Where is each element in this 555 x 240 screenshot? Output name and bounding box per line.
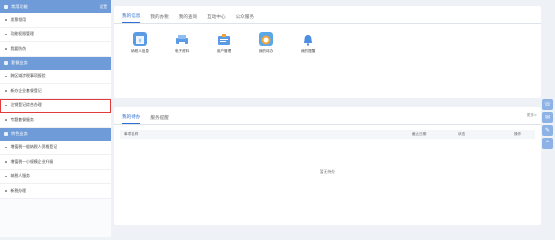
chat-icon[interactable]: ✉ [542,112,553,123]
phone-icon[interactable]: ☏ [542,99,553,110]
taxpayer-info-icon: ¥ [133,32,147,46]
reminder-icon [301,32,315,46]
section-title: 特色业务 [11,131,28,136]
my-info-panel: 我的信息 我的办税 我的查询 互动中心 公众服务 ¥ 纳税人信息 电子资料 用户… [114,6,541,98]
grid-icon [4,4,8,9]
shortcut-electronic-data[interactable]: 电子资料 [166,32,198,54]
bullet-icon [5,161,7,163]
section-header-package[interactable]: 套餐业务 [0,56,111,70]
top-tab-bar: 我的信息 我的办税 我的查询 互动中心 公众服务 [114,6,541,24]
bullet-icon [5,33,7,35]
feedback-icon[interactable]: ✎ [542,125,553,136]
column-header-action: 操作 [514,132,522,136]
sidebar-item-small-scale[interactable]: 增值税一小规模企业升级 [0,155,111,170]
sidebar-item-anti-fake[interactable]: 我要防伪 [0,42,111,57]
section-header-special[interactable]: 特色业务 [0,127,111,141]
tab-service-reminder[interactable]: 服务提醒 [150,115,168,124]
shortcut-user-management[interactable]: 用户管理 [208,32,240,54]
tab-interaction[interactable]: 互动中心 [207,14,225,23]
tab-my-todo[interactable]: 我的待办 [122,114,141,124]
column-header-status: 状态 [458,132,466,136]
bullet-icon [5,190,7,192]
sidebar-item-permission[interactable]: 功能权限管理 [0,27,111,42]
bullet-icon [5,48,7,50]
grid-icon [4,132,8,136]
sidebar-item-cross-region[interactable]: 跨区域涉税事项报验 [0,69,111,84]
bullet-icon [5,119,7,121]
electronic-data-icon [175,32,189,46]
svg-text:¥: ¥ [138,39,141,45]
shortcut-taxpayer-info[interactable]: ¥ 纳税人信息 [124,32,156,54]
back-to-top-icon[interactable]: ⌃ [542,138,553,149]
todo-panel: 我的待办 服务提醒 更多> 事项名称 截止日期 状态 操作 暂无待办 [114,107,541,225]
bottom-tab-bar: 我的待办 服务提醒 [114,107,541,125]
empty-state-text: 暂无待办 [319,169,336,174]
grid-icon [4,61,8,65]
sidebar-item-cancellation[interactable]: 注销登记综合办理 [0,98,111,113]
more-link[interactable]: 更多> [527,113,537,118]
bullet-icon [5,146,7,148]
bullet-icon [5,75,7,77]
sidebar-item-general-taxpayer[interactable]: 增值税一般纳税人资格登记 [0,140,111,155]
section-title: 套餐业务 [11,60,28,65]
settings-link[interactable]: 设置 [99,4,107,10]
section-title: 常用功能 [11,3,28,9]
sidebar-item-special-package[interactable]: 专题套餐服务 [0,113,111,128]
shortcut-todo[interactable]: 我的待办 [250,32,282,54]
shortcut-reminder[interactable]: 我的提醒 [292,32,324,54]
shortcut-row: ¥ 纳税人信息 电子资料 用户管理 我的待办 我的提醒 [114,32,541,54]
column-header-item-name: 事项名称 [124,132,139,136]
sidebar-item-invoice-receive[interactable]: 发票领用 [0,13,111,28]
sidebar: 常用功能 设置 发票领用 功能权限管理 我要防伪 套餐业务 跨区域涉税事项报验 … [0,0,111,237]
bullet-icon [5,104,7,106]
bullet-icon [5,175,7,177]
sidebar-item-new-tax[interactable]: 新税办理 [0,184,111,199]
tab-my-tax[interactable]: 我的办税 [150,14,168,23]
column-header-deadline: 截止日期 [412,132,427,136]
todo-icon [259,32,273,46]
sidebar-item-taxpayer-service[interactable]: 纳税人服务 [0,169,111,184]
table-header: 事项名称 截止日期 状态 操作 [120,130,535,139]
bullet-icon [5,90,7,92]
tab-my-query[interactable]: 我的查询 [179,14,197,23]
tab-public-service[interactable]: 公众服务 [236,14,254,23]
bullet-icon [5,19,7,21]
user-management-icon [217,32,231,46]
section-header-common[interactable]: 常用功能 设置 [0,0,111,13]
sidebar-item-new-company[interactable]: 新办企业套餐登记 [0,84,111,99]
tab-my-info[interactable]: 我的信息 [122,13,141,23]
